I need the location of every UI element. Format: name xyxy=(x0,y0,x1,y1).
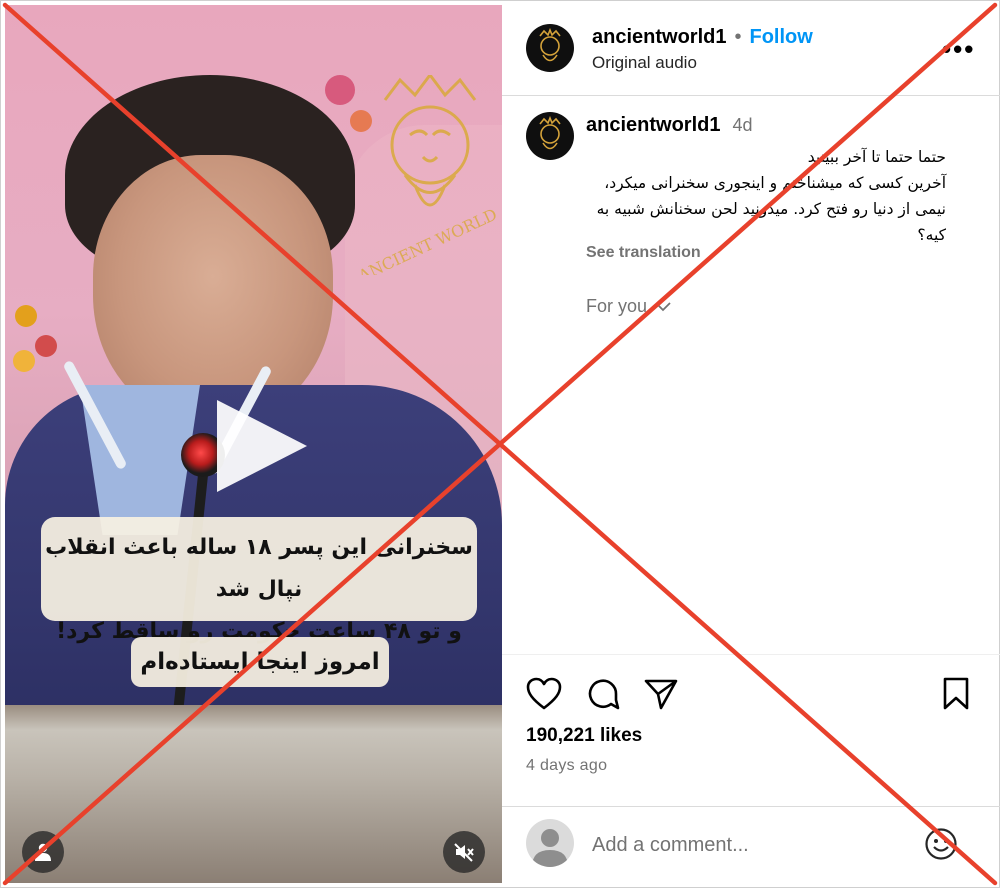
play-icon[interactable] xyxy=(217,400,307,492)
flower-decoration xyxy=(13,350,35,372)
post-details-panel: ancientworld1 • Follow Original audio ••… xyxy=(502,0,1000,888)
emoji-icon[interactable] xyxy=(924,827,958,861)
bookmark-icon[interactable] xyxy=(942,677,970,711)
likes-count[interactable]: 190,221 likes xyxy=(526,725,642,747)
for-you-dropdown[interactable]: For you xyxy=(586,296,671,317)
see-translation-button[interactable]: See translation xyxy=(586,244,701,262)
muted-speaker-icon xyxy=(454,843,474,862)
caption-author-row: ancientworld1 4d xyxy=(586,114,753,137)
default-user-icon xyxy=(532,829,568,867)
caption-text-line: آخرین کسی که میشناختم و اینجوری سخنرانی … xyxy=(604,174,946,192)
post-author-username[interactable]: ancientworld1 xyxy=(592,26,726,49)
caption-text-line: حتما حتما تا آخر ببینید xyxy=(807,148,946,166)
header-title-row: ancientworld1 • Follow xyxy=(592,26,813,49)
user-tag-button[interactable] xyxy=(22,831,64,873)
for-you-label: For you xyxy=(586,296,648,316)
follow-button[interactable]: Follow xyxy=(750,26,813,49)
post-header: ancientworld1 • Follow Original audio ••… xyxy=(502,0,1000,96)
caption-author-username[interactable]: ancientworld1 xyxy=(586,114,720,137)
comment-input[interactable] xyxy=(592,829,902,861)
flower-decoration xyxy=(15,305,37,327)
more-options-button[interactable]: ••• xyxy=(942,34,975,65)
chevron-down-icon xyxy=(655,301,671,311)
ancient-world-watermark-logo: ANCIENT WORLD xyxy=(355,75,500,275)
caption-text-line: نیمی از دنیا رو فتح کرد. میدونید لحن سخن… xyxy=(596,200,946,218)
lion-logo-icon xyxy=(539,115,561,150)
video-caption-line-1: سخنرانی این پسر ۱۸ ساله باعث انقلاب نپال… xyxy=(45,535,473,602)
caption-timestamp[interactable]: 4d xyxy=(732,115,752,136)
mute-toggle-button[interactable] xyxy=(443,831,485,873)
flower-decoration xyxy=(35,335,57,357)
caption-text: حتما حتما تا آخر ببینید آخرین کسی که میش… xyxy=(586,144,946,248)
avatar[interactable] xyxy=(526,112,574,160)
user-icon xyxy=(35,843,51,861)
add-comment-bar xyxy=(502,806,1000,888)
flower-decoration xyxy=(325,75,355,105)
video-caption-line-3: امروز اینجا ایستاده‌ام xyxy=(131,637,389,687)
original-audio-link[interactable]: Original audio xyxy=(592,53,697,73)
send-icon[interactable] xyxy=(644,677,678,711)
post-date[interactable]: 4 days ago xyxy=(526,757,607,775)
podium xyxy=(5,705,502,883)
avatar xyxy=(526,819,574,867)
watermark-text: ANCIENT WORLD xyxy=(355,205,500,275)
separator-dot: • xyxy=(734,26,742,48)
comment-icon[interactable] xyxy=(586,677,620,711)
avatar[interactable] xyxy=(526,24,574,72)
lion-logo-icon xyxy=(539,27,561,62)
post-actions: 190,221 likes 4 days ago xyxy=(502,654,1000,804)
reel-video[interactable]: ANCIENT WORLD سخنرانی این پسر ۱۸ ساله با… xyxy=(5,5,502,883)
video-caption-box: سخنرانی این پسر ۱۸ ساله باعث انقلاب نپال… xyxy=(41,517,477,644)
heart-icon[interactable] xyxy=(526,677,562,711)
